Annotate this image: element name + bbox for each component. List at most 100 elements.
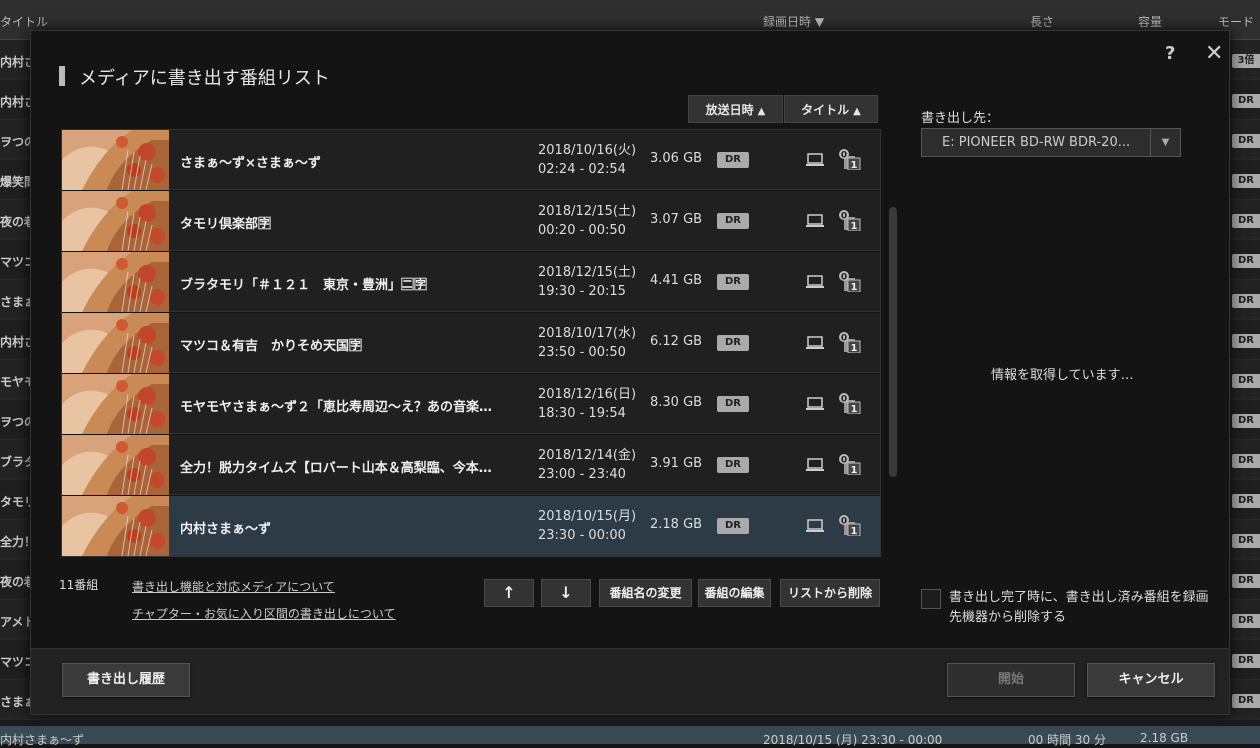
program-thumbnail bbox=[62, 252, 169, 312]
program-row[interactable]: 内村さまぁ～ず 2018/10/15(月) 23:30 - 00:00 2.18 GB… bbox=[62, 496, 880, 556]
bg-row-title: ヲつの bbox=[0, 135, 30, 149]
bg-row-mode-badge: DR bbox=[1232, 574, 1260, 588]
bg-row-title: 内村さ bbox=[0, 55, 30, 69]
bg-row-mode-badge: DR bbox=[1232, 694, 1260, 708]
svg-text:0: 0 bbox=[841, 334, 847, 344]
sort-by-broadcast-button[interactable]: 放送日時 ▲ bbox=[688, 95, 783, 123]
svg-text:1: 1 bbox=[851, 160, 858, 170]
col-date[interactable]: 録画日時 ▼ bbox=[763, 13, 824, 30]
move-down-button[interactable]: ↓ bbox=[541, 579, 591, 607]
bg-row-title: ヲつの bbox=[0, 415, 30, 429]
program-thumbnail bbox=[62, 435, 169, 495]
background-row-selected[interactable]: 内村さまぁ～ず 2018/10/15 (月) 23:30 - 00:00 00 … bbox=[0, 726, 1260, 747]
chapter-info-link[interactable]: チャプター・お気に入り区間の書き出しについて bbox=[132, 605, 396, 622]
bg-row-title: 爆笑問 bbox=[0, 175, 30, 189]
program-datetime: 2018/12/14(金) 23:00 - 23:40 bbox=[538, 446, 636, 484]
program-time: 23:50 - 00:50 bbox=[538, 345, 626, 360]
laptop-icon bbox=[806, 457, 824, 476]
program-time: 00:20 - 00:50 bbox=[538, 223, 626, 238]
bg-row-title: マツコ bbox=[0, 255, 30, 269]
copy-count-icon: 10 bbox=[838, 453, 862, 479]
svg-text:1: 1 bbox=[851, 282, 858, 292]
col-mode[interactable]: モード bbox=[1218, 13, 1254, 30]
program-date: 2018/12/15(土) bbox=[538, 204, 637, 219]
media-info-link[interactable]: 書き出し機能と対応メディアについて bbox=[132, 578, 335, 595]
svg-text:0: 0 bbox=[841, 456, 847, 466]
loading-info: 情報を取得しています… bbox=[991, 368, 1134, 383]
program-date: 2018/12/16(日) bbox=[538, 387, 637, 402]
remove-from-list-button[interactable]: リストから削除 bbox=[780, 579, 880, 607]
program-row[interactable]: モヤモヤさまぁ～ず２「恵比寿周辺～え？あの音楽… 2018/12/16(日) 18:… bbox=[62, 374, 880, 434]
program-mode-badge: DR bbox=[717, 518, 749, 534]
program-size: 3.91 GB bbox=[650, 456, 703, 471]
laptop-icon bbox=[806, 213, 824, 232]
destination-value: E: PIONEER BD-RW BDR-20... bbox=[942, 135, 1131, 150]
edit-program-button[interactable]: 番組の編集 bbox=[698, 579, 771, 607]
col-size[interactable]: 容量 bbox=[1138, 13, 1162, 30]
close-icon[interactable]: ✕ bbox=[1205, 41, 1223, 66]
destination-select[interactable]: E: PIONEER BD-RW BDR-20... ▼ bbox=[921, 128, 1181, 157]
bg-row-mode-badge: DR bbox=[1232, 134, 1260, 148]
start-button[interactable]: 開始 bbox=[947, 663, 1075, 697]
rename-button[interactable]: 番組名の変更 bbox=[599, 579, 692, 607]
svg-text:1: 1 bbox=[851, 526, 858, 536]
copy-count-icon: 10 bbox=[838, 514, 862, 540]
bg-row-mode-badge: DR bbox=[1232, 654, 1260, 668]
bg-row-title: タモリ bbox=[0, 495, 30, 509]
program-size: 8.30 GB bbox=[650, 395, 703, 410]
col-title[interactable]: タイトル bbox=[0, 13, 48, 30]
bg-bottom-title: 内村さまぁ～ず bbox=[0, 733, 85, 747]
program-date: 2018/10/16(火) bbox=[538, 143, 637, 158]
col-length[interactable]: 長さ bbox=[1030, 13, 1054, 30]
program-title: タモリ倶楽部🈑 bbox=[180, 217, 272, 232]
bg-row-title: マツコ bbox=[0, 655, 30, 669]
bg-row-mode-badge: 3倍 bbox=[1232, 54, 1260, 68]
move-up-button[interactable]: ↑ bbox=[484, 579, 534, 607]
program-row[interactable]: さまぁ～ず×さまぁ～ず 2018/10/16(火) 02:24 - 02:54 3.0… bbox=[62, 130, 880, 190]
bg-row-title: 全力！ bbox=[0, 535, 30, 549]
svg-text:0: 0 bbox=[841, 212, 847, 222]
bg-row-title: さまぁ bbox=[0, 295, 30, 309]
list-scrollbar[interactable] bbox=[889, 207, 897, 477]
bg-row-mode-badge: DR bbox=[1232, 494, 1260, 508]
dialog-footer: 書き出し履歴 開始 キャンセル bbox=[31, 648, 1229, 714]
bg-row-mode-badge: DR bbox=[1232, 534, 1260, 548]
bg-row-title: ブラタ bbox=[0, 455, 30, 469]
program-datetime: 2018/12/15(土) 00:20 - 00:50 bbox=[538, 202, 636, 240]
bg-row-title: さまぁ bbox=[0, 695, 30, 709]
bg-row-mode-badge: DR bbox=[1232, 374, 1260, 388]
program-row[interactable]: マツコ＆有吉 かりそめ天国🈑 2018/10/17(水) 23:50 - 00:50… bbox=[62, 313, 880, 373]
dialog-title: メディアに書き出す番組リスト bbox=[59, 64, 330, 90]
chevron-down-icon[interactable]: ▼ bbox=[1150, 129, 1180, 156]
export-history-button[interactable]: 書き出し履歴 bbox=[62, 663, 190, 697]
program-mode-badge: DR bbox=[717, 457, 749, 473]
svg-text:1: 1 bbox=[851, 465, 858, 475]
laptop-icon bbox=[806, 152, 824, 171]
program-row[interactable]: 全力！脱力タイムズ【ロバート山本＆高梨臨、今本… 2018/12/14(金) 23:… bbox=[62, 435, 880, 495]
program-date: 2018/10/15(月) bbox=[538, 509, 637, 524]
sort-title-label: タイトル bbox=[801, 103, 850, 117]
delete-after-export-checkbox[interactable] bbox=[921, 589, 941, 609]
bg-bottom-length: 00 時間 30 分 bbox=[1028, 733, 1106, 747]
delete-after-export-label[interactable]: 書き出し完了時に、書き出し済み番組を録画先機器から削除する bbox=[949, 588, 1221, 628]
program-size: 2.18 GB bbox=[650, 517, 703, 532]
program-title: さまぁ～ず×さまぁ～ず bbox=[180, 156, 321, 171]
program-thumbnail bbox=[62, 130, 169, 190]
copy-count-icon: 10 bbox=[838, 392, 862, 418]
program-thumbnail bbox=[62, 374, 169, 434]
sort-up-icon: ▲ bbox=[853, 106, 861, 117]
program-time: 23:30 - 00:00 bbox=[538, 528, 626, 543]
program-size: 6.12 GB bbox=[650, 334, 703, 349]
help-icon[interactable]: ? bbox=[1165, 43, 1175, 64]
bg-row-mode-badge: DR bbox=[1232, 294, 1260, 308]
program-mode-badge: DR bbox=[717, 274, 749, 290]
bg-bottom-date: 2018/10/15 (月) 23:30 - 00:00 bbox=[763, 733, 943, 747]
program-row[interactable]: タモリ倶楽部🈑 2018/12/15(土) 00:20 - 00:50 3.07 GB… bbox=[62, 191, 880, 251]
bg-row-mode-badge: DR bbox=[1232, 94, 1260, 108]
program-size: 3.06 GB bbox=[650, 151, 703, 166]
program-row[interactable]: ブラタモリ「＃１２１ 東京・豊洲」🈔🈑 2018/12/15(土) 19:30 - … bbox=[62, 252, 880, 312]
bg-row-title: アメト bbox=[0, 615, 30, 629]
laptop-icon bbox=[806, 335, 824, 354]
sort-by-title-button[interactable]: タイトル ▲ bbox=[784, 95, 878, 123]
cancel-button[interactable]: キャンセル bbox=[1087, 663, 1215, 697]
